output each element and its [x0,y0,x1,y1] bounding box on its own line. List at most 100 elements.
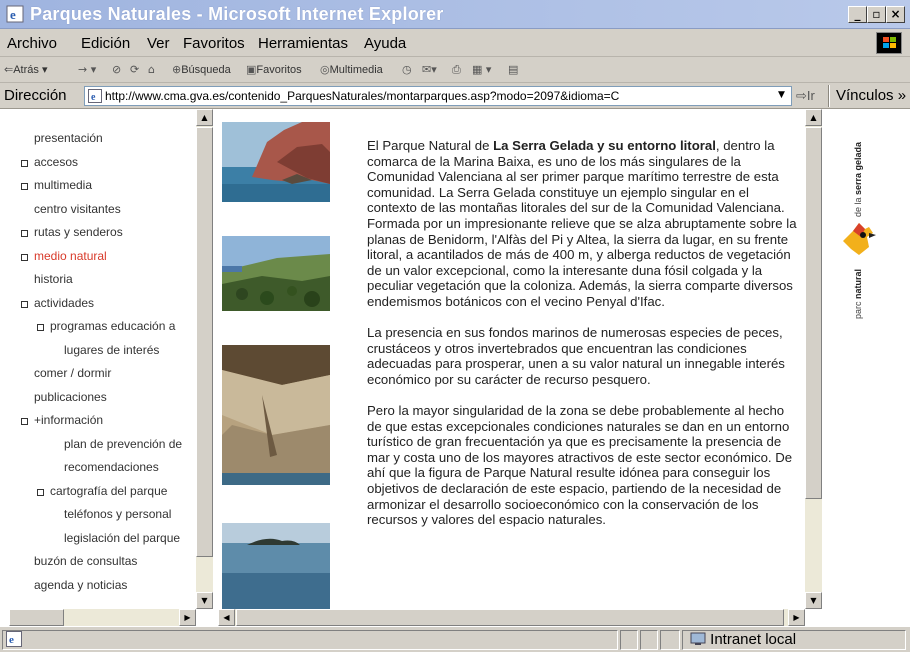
main-hscroll-thumb[interactable] [236,609,784,626]
nav-item-accesos[interactable]: accesos [34,155,194,169]
ie-page-icon: e [88,89,102,103]
nav-item-agenda-y-noticias[interactable]: agenda y noticias [34,578,194,592]
nav-item--información[interactable]: +información [34,413,194,427]
title-bar: e Parques Naturales - Microsoft Internet… [0,0,910,29]
nav-item-lugares-de-interés[interactable]: lugares de interés [64,343,194,357]
nav-item-recomendaciones[interactable]: recomendaciones [64,460,194,474]
main-scroll-left-icon[interactable]: ◀ [218,609,235,626]
logo-bottom-bold: natural [853,268,863,299]
menu-ver[interactable]: Ver [147,35,170,52]
search-icon: ⊕ [172,63,182,76]
discuss-button[interactable]: ▤ [508,63,518,76]
main-vertical-scrollbar[interactable]: ▲ ▼ [805,109,822,609]
logo-top-light: de la [853,194,863,217]
address-label: Dirección [4,87,67,104]
maximize-button[interactable]: ▫ [867,6,886,23]
toolbar-separator [828,85,830,107]
address-url: http://www.cma.gva.es/contenido_ParquesN… [105,89,620,103]
home-button[interactable]: ⌂ [148,63,155,76]
toolbar: ⇐Atrás ▾ → ▾ ⊘ ⟳ ⌂ ⊕Búsqueda ▣Favoritos … [0,57,910,83]
main-horizontal-scrollbar[interactable]: ◀ ▶ [218,609,805,626]
logo-top-text: de la serra gelada [853,142,863,217]
status-pane-3 [660,630,680,650]
main-scroll-right-icon[interactable]: ▶ [788,609,805,626]
island-sea-photo [222,523,330,611]
nav-item-publicaciones[interactable]: publicaciones [34,390,194,404]
search-button[interactable]: ⊕Búsqueda [172,63,231,76]
left-nav-frame: presentación accesos multimedia centro visi… [9,109,217,626]
nav-scroll-thumb[interactable] [196,127,213,557]
scroll-down-icon[interactable]: ▼ [196,592,213,609]
article-paragraph-1: El Parque Natural de La Serra Gelada y s… [367,138,802,310]
edit-icon: ▦ ▾ [472,63,492,76]
park-logo-frame: de la serra gelada parc natural [825,109,910,626]
menu-archivo[interactable]: Archivo [7,35,57,52]
nav-item-programas-educación-a[interactable]: programas educación a [50,319,194,333]
nav-horizontal-scrollbar[interactable]: ▶ [9,609,196,626]
nav-item-historia[interactable]: historia [34,272,194,286]
status-text-pane [2,630,618,650]
nav-bullet-icon [21,253,28,261]
print-button[interactable]: ⎙ [452,63,461,77]
nav-item-buzón-de-consultas[interactable]: buzón de consultas [34,554,194,568]
nav-item-centro-visitantes[interactable]: centro visitantes [34,202,194,216]
favorites-label: Favoritos [256,64,302,76]
close-button[interactable]: × [886,6,905,23]
scroll-right-icon[interactable]: ▶ [179,609,196,626]
multimedia-button[interactable]: ◎Multimedia [320,63,383,76]
discuss-icon: ▤ [508,63,519,76]
mail-icon: ✉▾ [422,63,437,76]
logo-top-bold: serra gelada [853,141,863,195]
address-bar: Dirección e http://www.cma.gva.es/conten… [0,83,910,109]
intranet-zone-icon [690,632,706,645]
nav-bullet-icon [37,488,44,496]
main-scroll-up-icon[interactable]: ▲ [805,109,822,126]
window-title: Parques Naturales - Microsoft Internet E… [30,4,444,24]
nav-item-medio-natural[interactable]: medio natural [34,249,194,263]
article-paragraph-2: La presencia en sus fondos marinos de nu… [367,325,785,387]
mail-button[interactable]: ✉▾ [422,63,437,76]
nav-item-cartografía-del-parque[interactable]: cartografía del parque [50,484,194,498]
address-dropdown-icon[interactable]: ▼ [774,88,789,103]
history-icon: ◷ [402,63,412,76]
go-button[interactable]: ⇨Ir [796,88,815,104]
favorites-button[interactable]: ▣Favoritos [246,63,302,76]
nav-item-actividades[interactable]: actividades [34,296,194,310]
nav-item-comer-dormir[interactable]: comer / dormir [34,366,194,380]
multimedia-label: Multimedia [329,64,383,76]
forward-arrow-icon: → ▾ [78,63,97,76]
menu-edicion[interactable]: Edición [81,35,130,52]
history-button[interactable]: ◷ [402,63,412,76]
logo-bottom-light: parc [853,298,863,319]
rocky-cliff-photo [222,345,330,485]
minimize-button[interactable]: _ [848,6,867,23]
nav-bullet-icon [21,300,28,308]
main-scroll-thumb[interactable] [805,127,822,499]
links-button[interactable]: Vínculos » [836,87,906,104]
refresh-button[interactable]: ⟳ [130,63,139,76]
print-icon: ⎙ [452,63,461,76]
nav-item-legislación-del-parque[interactable]: legislación del parque [64,531,194,545]
menu-ayuda[interactable]: Ayuda [364,35,406,52]
back-arrow-icon: ⇐ [4,63,14,76]
edit-button[interactable]: ▦ ▾ [472,63,491,76]
back-button[interactable]: ⇐Atrás ▾ [4,63,47,76]
nav-hscroll-thumb[interactable] [9,609,64,626]
stop-button[interactable]: ⊘ [112,63,121,76]
nav-bullet-icon [21,230,28,237]
nav-item-rutas-y-senderos[interactable]: rutas y senderos [34,225,194,239]
nav-item-teléfonos-y-personal[interactable]: teléfonos y personal [64,507,194,521]
nav-item-plan-de-prevención-de[interactable]: plan de prevención de [64,437,194,451]
nav-vertical-scrollbar[interactable]: ▲ ▼ [196,109,213,609]
ie-page-icon: e [6,5,24,23]
stop-icon: ⊘ [112,63,122,76]
nav-item-presentación[interactable]: presentación [34,131,194,145]
nav-item-multimedia[interactable]: multimedia [34,178,194,192]
nav-bullet-icon [21,183,28,190]
scroll-up-icon[interactable]: ▲ [196,109,213,126]
address-input[interactable]: e http://www.cma.gva.es/contenido_Parque… [84,86,792,106]
menu-herramientas[interactable]: Herramientas [258,35,348,52]
forward-button[interactable]: → ▾ [78,63,96,76]
main-scroll-down-icon[interactable]: ▼ [805,592,822,609]
menu-favoritos[interactable]: Favoritos [183,35,245,52]
